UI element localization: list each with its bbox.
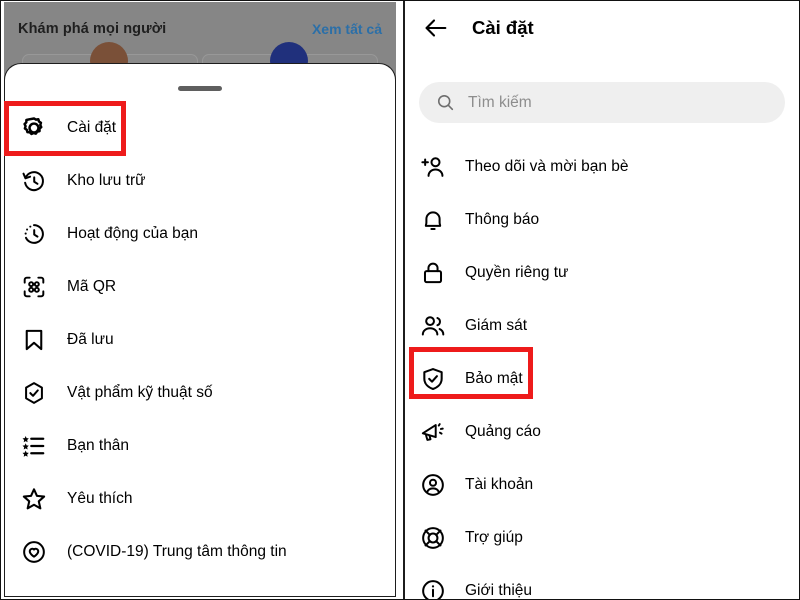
settings-item-label: Bảo mật bbox=[465, 369, 523, 387]
settings-item-security[interactable]: Bảo mật bbox=[405, 352, 800, 405]
shield-check-icon bbox=[418, 364, 448, 394]
tutorial-screenshot: Khám phá mọi người Xem tất cả Cài đặt Kh… bbox=[0, 0, 800, 600]
menu-item-label: (COVID-19) Trung tâm thông tin bbox=[67, 542, 287, 560]
menu-item-label: Mã QR bbox=[67, 277, 117, 295]
explore-people-header: Khám phá mọi người Xem tất cả bbox=[4, 12, 396, 46]
settings-item-label: Giám sát bbox=[465, 316, 528, 334]
settings-item-about[interactable]: Giới thiệu bbox=[405, 564, 800, 600]
menu-item-saved[interactable]: Đã lưu bbox=[5, 313, 395, 366]
menu-item-label: Hoạt động của bạn bbox=[67, 224, 198, 242]
settings-item-label: Thông báo bbox=[465, 210, 540, 228]
menu-item-favorites[interactable]: Yêu thích bbox=[5, 472, 395, 525]
settings-item-notifications[interactable]: Thông báo bbox=[405, 193, 800, 246]
arrow-left-icon[interactable] bbox=[421, 13, 451, 43]
page-title: Cài đặt bbox=[472, 17, 534, 38]
hexagon-check-icon bbox=[19, 378, 49, 408]
search-placeholder: Tìm kiếm bbox=[468, 93, 532, 111]
settings-item-privacy[interactable]: Quyền riêng tư bbox=[405, 246, 800, 299]
menu-item-archive[interactable]: Kho lưu trữ bbox=[5, 154, 395, 207]
settings-list: Theo dõi và mời bạn bè Thông báo Quyền r… bbox=[405, 140, 800, 600]
settings-item-ads[interactable]: Quảng cáo bbox=[405, 405, 800, 458]
menu-item-settings[interactable]: Cài đặt bbox=[5, 101, 395, 154]
qr-code-icon bbox=[19, 272, 49, 302]
profile-bottom-sheet: Cài đặt Kho lưu trữ Hoạt động của bạn Mã… bbox=[4, 63, 396, 597]
activity-clock-icon bbox=[19, 219, 49, 249]
search-input[interactable]: Tìm kiếm bbox=[419, 82, 785, 123]
info-circle-icon bbox=[418, 576, 448, 600]
bell-icon bbox=[418, 205, 448, 235]
profile-menu-list: Cài đặt Kho lưu trữ Hoạt động của bạn Mã… bbox=[5, 101, 395, 578]
search-icon bbox=[436, 93, 455, 112]
settings-item-label: Quảng cáo bbox=[465, 422, 541, 440]
see-all-link[interactable]: Xem tất cả bbox=[312, 21, 382, 37]
star-list-icon bbox=[19, 431, 49, 461]
settings-item-follow-invite-friends[interactable]: Theo dõi và mời bạn bè bbox=[405, 140, 800, 193]
explore-people-title: Khám phá mọi người bbox=[18, 21, 167, 37]
drag-handle[interactable] bbox=[178, 86, 222, 91]
megaphone-icon bbox=[418, 417, 448, 447]
gear-icon bbox=[19, 113, 49, 143]
menu-item-label: Bạn thân bbox=[67, 436, 130, 454]
lock-icon bbox=[418, 258, 448, 288]
star-icon bbox=[19, 484, 49, 514]
lifebuoy-icon bbox=[418, 523, 448, 553]
menu-item-close-friends[interactable]: Bạn thân bbox=[5, 419, 395, 472]
person-plus-icon bbox=[418, 152, 448, 182]
account-circle-icon bbox=[418, 470, 448, 500]
menu-item-digital-collectibles[interactable]: Vật phẩm kỹ thuật số bbox=[5, 366, 395, 419]
menu-item-label: Yêu thích bbox=[67, 489, 133, 507]
settings-item-label: Trợ giúp bbox=[465, 528, 523, 546]
settings-item-label: Giới thiệu bbox=[465, 581, 533, 599]
settings-item-label: Tài khoản bbox=[465, 475, 534, 493]
heart-circle-icon bbox=[19, 537, 49, 567]
right-panel-settings-screen: Cài đặt Tìm kiếm Theo dõi và mời bạn bè … bbox=[405, 0, 800, 600]
menu-item-label: Đã lưu bbox=[67, 330, 114, 348]
people-icon bbox=[418, 311, 448, 341]
archive-clock-icon bbox=[19, 166, 49, 196]
settings-item-account[interactable]: Tài khoản bbox=[405, 458, 800, 511]
settings-item-label: Theo dõi và mời bạn bè bbox=[465, 157, 629, 175]
menu-item-your-activity[interactable]: Hoạt động của bạn bbox=[5, 207, 395, 260]
menu-item-label: Cài đặt bbox=[67, 118, 117, 136]
settings-topbar: Cài đặt bbox=[405, 0, 800, 56]
settings-item-label: Quyền riêng tư bbox=[465, 263, 569, 281]
menu-item-label: Vật phẩm kỹ thuật số bbox=[67, 383, 213, 401]
menu-item-qr-code[interactable]: Mã QR bbox=[5, 260, 395, 313]
menu-item-covid-info-center[interactable]: (COVID-19) Trung tâm thông tin bbox=[5, 525, 395, 578]
settings-item-supervision[interactable]: Giám sát bbox=[405, 299, 800, 352]
menu-item-label: Kho lưu trữ bbox=[67, 171, 146, 189]
bookmark-icon bbox=[19, 325, 49, 355]
settings-item-help[interactable]: Trợ giúp bbox=[405, 511, 800, 564]
left-panel-profile-menu: Khám phá mọi người Xem tất cả Cài đặt Kh… bbox=[0, 0, 403, 600]
